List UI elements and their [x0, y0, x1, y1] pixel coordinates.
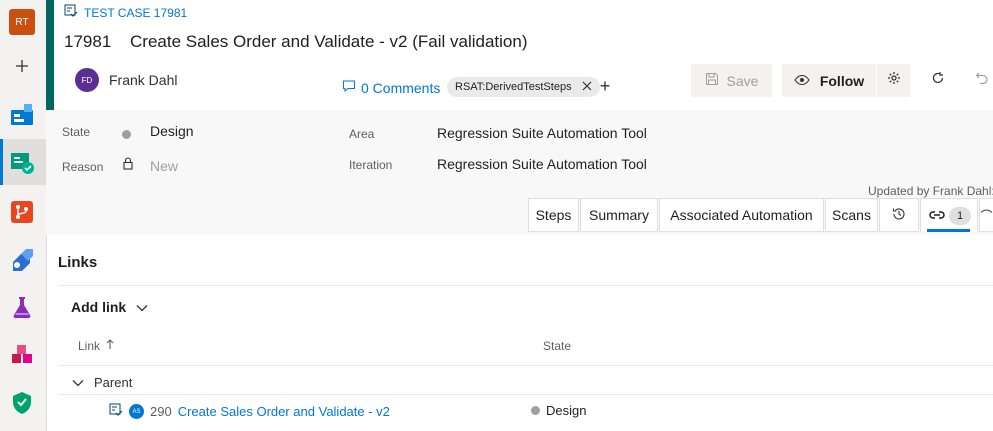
- assigned-to[interactable]: FD Frank Dahl: [75, 68, 177, 92]
- security-icon[interactable]: [9, 390, 35, 416]
- work-item-type: TEST CASE 17981: [64, 4, 187, 21]
- link-icon: [929, 208, 945, 226]
- links-count-badge: 1: [949, 207, 971, 225]
- sort-ascending-icon: [106, 339, 114, 353]
- state-dot: [531, 406, 540, 415]
- avatar: FD: [75, 68, 99, 92]
- reason-label: Reason: [62, 160, 104, 174]
- tab-steps[interactable]: Steps: [528, 198, 579, 232]
- refresh-button[interactable]: [928, 70, 948, 90]
- tab-associated-automation[interactable]: Associated Automation: [659, 198, 824, 232]
- boards-icon[interactable]: [9, 101, 35, 127]
- work-item-title[interactable]: Create Sales Order and Validate - v2 (Fa…: [130, 32, 527, 52]
- active-tab-indicator: [927, 229, 970, 232]
- iteration-label: Iteration: [349, 158, 393, 172]
- column-header-link[interactable]: Link: [78, 339, 114, 353]
- tag-chip: RSAT:DerivedTestSteps: [447, 77, 600, 97]
- tag-label: RSAT:DerivedTestSteps: [455, 81, 572, 93]
- row-divider: [58, 394, 993, 395]
- group-row-parent[interactable]: Parent: [72, 375, 132, 390]
- undo-icon: [975, 71, 989, 90]
- history-icon: [892, 207, 906, 224]
- reason-field: New: [150, 158, 179, 174]
- comments-link[interactable]: 0 Comments: [342, 79, 440, 96]
- eye-icon: [794, 73, 810, 89]
- divider: [58, 285, 993, 286]
- follow-button[interactable]: Follow: [782, 64, 876, 97]
- iteration-field[interactable]: Regression Suite Automation Tool: [437, 156, 647, 172]
- artifacts-icon[interactable]: [9, 342, 35, 368]
- tab-links[interactable]: 1: [920, 198, 978, 232]
- gear-icon: [887, 71, 901, 90]
- tab-attachments[interactable]: ⌒: [979, 198, 993, 232]
- chevron-down-icon: [72, 375, 84, 390]
- settings-button[interactable]: [877, 64, 910, 97]
- chevron-down-icon: [136, 299, 148, 315]
- refresh-icon: [931, 71, 945, 90]
- rail-selected-indicator: [0, 139, 3, 185]
- page-title: Links: [58, 254, 98, 271]
- column-header-state[interactable]: State: [543, 339, 571, 353]
- test-icon[interactable]: [9, 294, 35, 320]
- test-plans-icon[interactable]: [9, 149, 35, 175]
- undo-button[interactable]: [972, 70, 992, 90]
- state-label: State: [62, 125, 91, 139]
- comment-icon: [342, 79, 356, 96]
- work-item-color-bar: [46, 0, 54, 110]
- tab-history[interactable]: [879, 198, 919, 232]
- header-divider: [58, 365, 993, 366]
- repos-icon[interactable]: [9, 199, 35, 225]
- tab-summary[interactable]: Summary: [580, 198, 658, 232]
- work-item-id: 17981: [64, 32, 112, 51]
- attachment-icon: ⌒: [980, 208, 993, 223]
- tab-scans[interactable]: Scans: [825, 198, 878, 232]
- area-field[interactable]: Regression Suite Automation Tool: [437, 125, 647, 141]
- save-button[interactable]: Save: [691, 64, 772, 97]
- add-icon[interactable]: [9, 53, 35, 79]
- linked-item-id: 290: [150, 404, 172, 419]
- updated-by-text[interactable]: Updated by Frank Dahl:: [868, 184, 993, 198]
- linked-item-title[interactable]: Create Sales Order and Validate - v2: [178, 404, 390, 419]
- lock-icon: [122, 157, 134, 175]
- avatar: AS: [129, 404, 144, 419]
- test-case-icon: [109, 403, 123, 420]
- area-label: Area: [349, 127, 375, 141]
- state-dot: [122, 126, 131, 144]
- remove-tag-icon[interactable]: [582, 81, 592, 94]
- org-avatar[interactable]: RT: [9, 9, 35, 35]
- assignee-name: Frank Dahl: [109, 72, 178, 88]
- add-link-button[interactable]: Add link: [71, 299, 148, 315]
- table-row[interactable]: AS 290 Create Sales Order and Validate -…: [109, 403, 390, 420]
- pipelines-icon[interactable]: [9, 247, 35, 273]
- linked-item-state: Design: [531, 403, 586, 418]
- save-icon: [705, 72, 719, 89]
- state-field[interactable]: Design: [150, 123, 194, 139]
- test-case-icon: [64, 4, 78, 21]
- add-tag-button[interactable]: +: [596, 77, 614, 97]
